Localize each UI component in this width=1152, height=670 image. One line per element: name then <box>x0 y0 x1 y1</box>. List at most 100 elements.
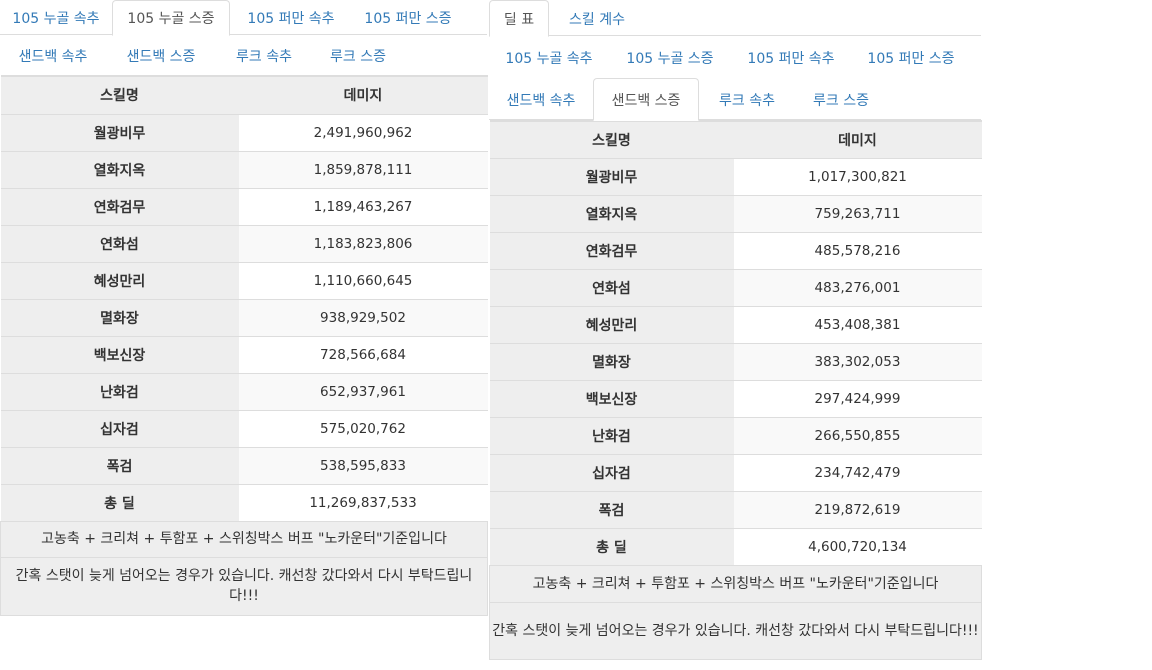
damage-cell: 1,189,463,267 <box>238 187 488 225</box>
tab-105-nugol-sokchu[interactable]: 105 누골 속추 <box>0 0 112 35</box>
skill-name-cell: 난화검 <box>489 416 734 454</box>
skill-name-cell: 십자검 <box>489 453 734 491</box>
tab-rook-seujeung[interactable]: 루크 스증 <box>312 35 404 75</box>
damage-cell: 234,742,479 <box>733 453 982 491</box>
damage-cell: 266,550,855 <box>733 416 982 454</box>
damage-cell: 11,269,837,533 <box>238 483 488 521</box>
skill-name-cell: 백보신장 <box>0 335 239 373</box>
stat-delay-note: 간혹 스탯이 늦게 넘어오는 경우가 있습니다. 캐선창 갔다와서 다시 부탁드… <box>489 601 982 660</box>
tab-105-peoman-sokchu[interactable]: 105 퍼만 속추 <box>230 0 352 35</box>
skill-name-cell: 멸화장 <box>0 298 239 336</box>
note-row: 간혹 스탯이 늦게 넘어오는 경우가 있습니다. 캐선창 갔다와서 다시 부탁드… <box>489 601 982 660</box>
buff-note: 고농축 + 크리쳐 + 투함포 + 스위칭박스 버프 "노카운터"기준입니다 <box>0 520 488 558</box>
tab-105-peoman-seujeung[interactable]: 105 퍼만 스증 <box>851 36 971 78</box>
skill-name-cell: 난화검 <box>0 372 239 410</box>
skill-name-cell: 연화검무 <box>0 187 239 225</box>
skill-name-cell: 백보신장 <box>489 379 734 417</box>
tab-105-nugol-seujeung[interactable]: 105 누골 스증 <box>112 0 230 36</box>
skill-name-cell: 총 딜 <box>489 527 734 565</box>
note-row: 고농축 + 크리쳐 + 투함포 + 스위칭박스 버프 "노카운터"기준입니다 <box>0 520 488 558</box>
skill-name-cell: 연화섬 <box>489 268 734 306</box>
skill-name-cell: 월광비무 <box>489 157 734 195</box>
damage-cell: 485,578,216 <box>733 231 982 269</box>
right-damage-panel: 딜 표 스킬 계수 105 누골 속추 105 누골 스증 105 퍼만 속추 … <box>489 0 982 660</box>
table-row: 연화섬 1,183,823,806 <box>0 224 488 262</box>
tab-105-nugol-sokchu[interactable]: 105 누골 속추 <box>489 36 609 78</box>
table-row: 백보신장 728,566,684 <box>0 335 488 373</box>
left-tab-row-1: 105 누골 속추 105 누골 스증 105 퍼만 속추 105 퍼만 스증 <box>0 0 487 36</box>
skill-name-cell: 혜성만리 <box>489 305 734 343</box>
tab-105-nugol-seujeung[interactable]: 105 누골 스증 <box>609 36 731 78</box>
buff-note: 고농축 + 크리쳐 + 투함포 + 스위칭박스 버프 "노카운터"기준입니다 <box>489 564 982 603</box>
damage-cell: 483,276,001 <box>733 268 982 306</box>
damage-cell: 383,302,053 <box>733 342 982 380</box>
tab-105-peoman-seujeung[interactable]: 105 퍼만 스증 <box>352 0 464 35</box>
damage-cell: 1,183,823,806 <box>238 224 488 262</box>
table-row: 월광비무 2,491,960,962 <box>0 113 488 151</box>
table-row: 난화검 652,937,961 <box>0 372 488 410</box>
table-row: 연화섬 483,276,001 <box>489 268 982 306</box>
stat-delay-note: 간혹 스탯이 늦게 넘어오는 경우가 있습니다. 캐선창 갔다와서 다시 부탁드… <box>0 556 488 616</box>
table-row: 월광비무 1,017,300,821 <box>489 157 982 195</box>
damage-cell: 652,937,961 <box>238 372 488 410</box>
skill-name-cell: 총 딜 <box>0 483 239 521</box>
skill-name-cell: 연화검무 <box>489 231 734 269</box>
header-skill-name: 스킬명 <box>489 120 734 158</box>
tab-sandbag-seujeung[interactable]: 샌드백 스증 <box>593 78 699 121</box>
tab-sandbag-sokchu[interactable]: 샌드백 속추 <box>0 35 106 75</box>
table-header-row: 스킬명 데미지 <box>0 75 488 114</box>
skill-name-cell: 열화지옥 <box>489 194 734 232</box>
tab-rook-seujeung[interactable]: 루크 스증 <box>795 78 887 120</box>
damage-cell: 759,263,711 <box>733 194 982 232</box>
tab-damage-table[interactable]: 딜 표 <box>489 0 549 37</box>
damage-cell: 4,600,720,134 <box>733 527 982 565</box>
header-damage: 데미지 <box>238 75 488 114</box>
table-row: 폭검 219,872,619 <box>489 490 982 528</box>
right-table-body: 월광비무 1,017,300,821 열화지옥 759,263,711 연화검무 485,… <box>489 157 982 565</box>
note-row: 고농축 + 크리쳐 + 투함포 + 스위칭박스 버프 "노카운터"기준입니다 <box>489 564 982 603</box>
tab-sandbag-seujeung[interactable]: 샌드백 스증 <box>106 35 216 75</box>
table-row: 열화지옥 759,263,711 <box>489 194 982 232</box>
table-row: 열화지옥 1,859,878,111 <box>0 150 488 188</box>
tab-skill-coefficient[interactable]: 스킬 계수 <box>549 0 645 36</box>
skill-name-cell: 멸화장 <box>489 342 734 380</box>
header-skill-name: 스킬명 <box>0 75 239 114</box>
right-tab-row-1: 105 누골 속추 105 누골 스증 105 퍼만 속추 105 퍼만 스증 <box>489 36 981 78</box>
table-row: 총 딜 11,269,837,533 <box>0 483 488 521</box>
damage-cell: 1,110,660,645 <box>238 261 488 299</box>
table-row: 멸화장 938,929,502 <box>0 298 488 336</box>
left-damage-table: 스킬명 데미지 월광비무 2,491,960,962 열화지옥 1,859,878,1… <box>0 75 488 616</box>
left-table-body: 월광비무 2,491,960,962 열화지옥 1,859,878,111 연화검무 1,… <box>0 113 488 521</box>
table-row: 총 딜 4,600,720,134 <box>489 527 982 565</box>
skill-name-cell: 폭검 <box>0 446 239 484</box>
damage-cell: 938,929,502 <box>238 298 488 336</box>
damage-cell: 219,872,619 <box>733 490 982 528</box>
damage-cell: 453,408,381 <box>733 305 982 343</box>
damage-cell: 2,491,960,962 <box>238 113 488 151</box>
tab-rook-sokchu[interactable]: 루크 속추 <box>699 78 795 120</box>
right-top-tab-row: 딜 표 스킬 계수 <box>489 0 981 37</box>
damage-cell: 575,020,762 <box>238 409 488 447</box>
tab-105-peoman-sokchu[interactable]: 105 퍼만 속추 <box>731 36 851 78</box>
damage-cell: 297,424,999 <box>733 379 982 417</box>
note-row: 간혹 스탯이 늦게 넘어오는 경우가 있습니다. 캐선창 갔다와서 다시 부탁드… <box>0 556 488 616</box>
table-row: 혜성만리 1,110,660,645 <box>0 261 488 299</box>
skill-name-cell: 폭검 <box>489 490 734 528</box>
skill-name-cell: 혜성만리 <box>0 261 239 299</box>
right-damage-table: 스킬명 데미지 월광비무 1,017,300,821 열화지옥 759,263,711… <box>489 120 982 660</box>
left-damage-panel: 105 누골 속추 105 누골 스증 105 퍼만 속추 105 퍼만 스증 … <box>0 0 488 616</box>
damage-cell: 538,595,833 <box>238 446 488 484</box>
tab-rook-sokchu[interactable]: 루크 속추 <box>216 35 312 75</box>
left-tab-row-2: 샌드백 속추 샌드백 스증 루크 속추 루크 스증 <box>0 35 487 75</box>
damage-cell: 728,566,684 <box>238 335 488 373</box>
table-header-row: 스킬명 데미지 <box>489 120 982 158</box>
header-damage: 데미지 <box>733 120 982 158</box>
damage-cell: 1,017,300,821 <box>733 157 982 195</box>
table-row: 난화검 266,550,855 <box>489 416 982 454</box>
tab-sandbag-sokchu[interactable]: 샌드백 속추 <box>489 78 593 120</box>
table-row: 백보신장 297,424,999 <box>489 379 982 417</box>
table-row: 십자검 575,020,762 <box>0 409 488 447</box>
skill-name-cell: 십자검 <box>0 409 239 447</box>
skill-name-cell: 월광비무 <box>0 113 239 151</box>
table-row: 연화검무 485,578,216 <box>489 231 982 269</box>
